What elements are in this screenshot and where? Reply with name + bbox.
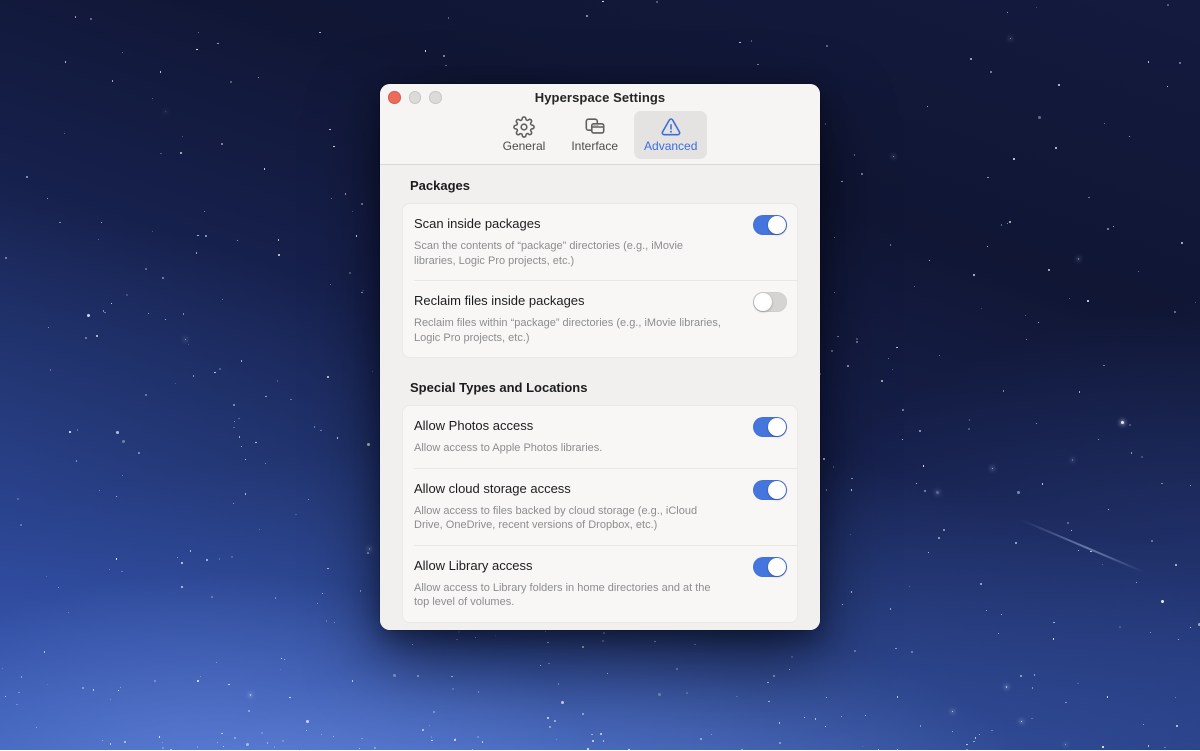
setting-row-scan-inside-packages: Scan inside packages Scan the contents o… xyxy=(403,204,797,280)
shooting-star-streak xyxy=(1020,519,1145,574)
gear-icon xyxy=(513,116,535,138)
setting-description: Allow access to files backed by cloud st… xyxy=(414,504,727,533)
close-button[interactable] xyxy=(388,91,401,104)
setting-description: Allow access to Library folders in home … xyxy=(414,581,727,610)
setting-description: Scan the contents of “package” directori… xyxy=(414,239,727,268)
setting-text: Allow Library access Allow access to Lib… xyxy=(414,558,753,610)
setting-title: Reclaim files inside packages xyxy=(414,293,727,309)
settings-content: Packages Scan inside packages Scan the c… xyxy=(380,165,820,630)
toggle-knob xyxy=(768,481,786,499)
setting-text: Scan inside packages Scan the contents o… xyxy=(414,216,753,268)
setting-title: Scan inside packages xyxy=(414,216,727,232)
setting-row-allow-photos-access: Allow Photos access Allow access to Appl… xyxy=(403,406,797,468)
tab-general-label: General xyxy=(503,139,546,153)
section-header-packages: Packages xyxy=(410,178,798,193)
tab-advanced[interactable]: Advanced xyxy=(634,111,707,159)
setting-description: Allow access to Apple Photos libraries. xyxy=(414,441,727,456)
toggle-knob xyxy=(768,216,786,234)
zoom-button[interactable] xyxy=(429,91,442,104)
tab-interface[interactable]: Interface xyxy=(561,111,628,159)
titlebar: Hyperspace Settings General xyxy=(380,84,820,165)
warning-triangle-icon xyxy=(660,116,682,138)
setting-text: Reclaim files inside packages Reclaim fi… xyxy=(414,293,753,345)
setting-text: Allow Photos access Allow access to Appl… xyxy=(414,418,753,456)
tab-general[interactable]: General xyxy=(493,111,556,159)
reclaim-files-toggle[interactable] xyxy=(753,292,787,312)
tab-advanced-label: Advanced xyxy=(644,139,697,153)
toggle-knob xyxy=(768,558,786,576)
allow-photos-access-toggle[interactable] xyxy=(753,417,787,437)
scan-inside-packages-toggle[interactable] xyxy=(753,215,787,235)
toggle-knob xyxy=(754,293,772,311)
window-title: Hyperspace Settings xyxy=(380,84,820,105)
tab-interface-label: Interface xyxy=(571,139,618,153)
allow-cloud-storage-toggle[interactable] xyxy=(753,480,787,500)
overlapping-windows-icon xyxy=(584,116,606,138)
hyperspace-settings-window: Hyperspace Settings General xyxy=(380,84,820,630)
setting-row-reclaim-files-inside-packages: Reclaim files inside packages Reclaim fi… xyxy=(403,281,797,357)
allow-library-access-toggle[interactable] xyxy=(753,557,787,577)
toggle-knob xyxy=(768,418,786,436)
setting-title: Allow Photos access xyxy=(414,418,727,434)
setting-row-allow-library-access: Allow Library access Allow access to Lib… xyxy=(403,546,797,622)
setting-description: Reclaim files within “package” directori… xyxy=(414,316,727,345)
toolbar-tabs: General Interface xyxy=(380,111,820,159)
setting-title: Allow cloud storage access xyxy=(414,481,727,497)
section-header-special-types: Special Types and Locations xyxy=(410,380,798,395)
packages-card: Scan inside packages Scan the contents o… xyxy=(402,203,798,358)
setting-row-allow-cloud-storage-access: Allow cloud storage access Allow access … xyxy=(403,469,797,545)
traffic-lights xyxy=(388,91,442,104)
setting-title: Allow Library access xyxy=(414,558,727,574)
setting-text: Allow cloud storage access Allow access … xyxy=(414,481,753,533)
minimize-button[interactable] xyxy=(409,91,422,104)
special-types-card: Allow Photos access Allow access to Appl… xyxy=(402,405,798,623)
